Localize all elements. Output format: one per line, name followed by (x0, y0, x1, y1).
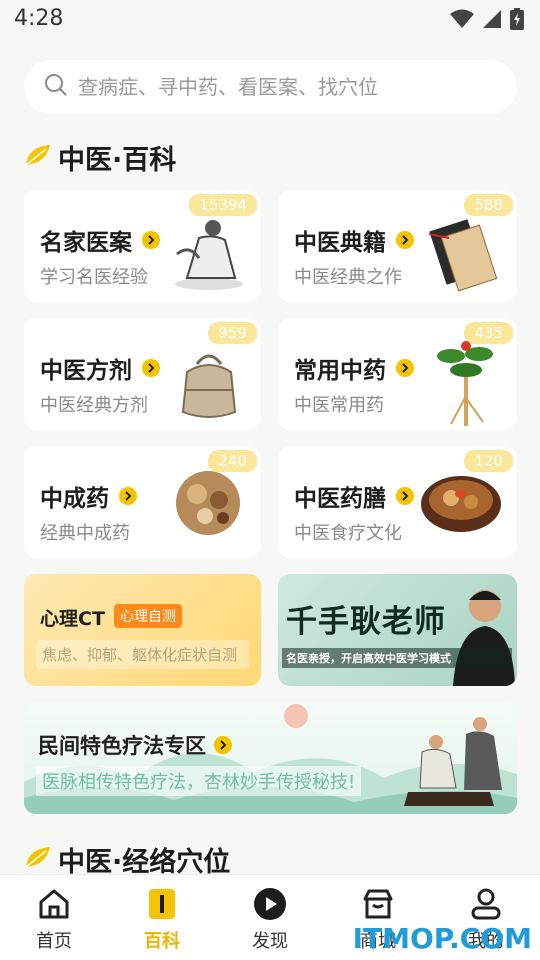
nav-home[interactable]: 首页 (0, 875, 108, 960)
book-icon (145, 887, 179, 925)
home-icon (37, 887, 71, 925)
section-title: 中医·百科 (58, 145, 177, 176)
card-medicinal-diet[interactable]: 120 中医药膳 中医食疗文化 (278, 446, 517, 558)
psych-ct-banner[interactable]: 心理CT 心理自测 焦虑、抑郁、躯体化症状自测 (24, 574, 261, 686)
card-prescriptions[interactable]: 959 中医方剂 中医经典方剂 (24, 318, 261, 430)
card-patent-medicine[interactable]: 240 中成药 经典中成药 (24, 446, 261, 558)
chevron-right-icon (119, 487, 137, 505)
chevron-right-icon (396, 231, 414, 249)
chevron-right-icon (142, 359, 160, 377)
teacher-portrait (445, 580, 515, 686)
nav-label: 百科 (144, 931, 180, 952)
card-common-herbs[interactable]: 435 常用中药 中医常用药 (278, 318, 517, 430)
search-icon (44, 73, 68, 101)
card-title: 中医方剂 (40, 351, 160, 385)
user-icon (469, 887, 503, 925)
classic-book-illustration (428, 214, 499, 298)
watermark: ITMOP.COM (352, 922, 532, 955)
signal-icon (482, 9, 502, 33)
card-title: 中成药 (40, 479, 137, 513)
banner-description: 医脉相传特色疗法，杏林妙手传授秘技! (36, 766, 362, 796)
chevron-right-icon (396, 359, 414, 377)
herb-slices-illustration (175, 470, 241, 540)
search-bar[interactable] (24, 60, 517, 114)
card-title: 中医典籍 (294, 223, 414, 257)
leaf-icon (24, 143, 52, 173)
card-subtitle: 中医食疗文化 (294, 523, 402, 544)
herb-package-illustration (177, 342, 241, 426)
scholar-illustration (169, 214, 249, 298)
card-subtitle: 中医经典方剂 (40, 395, 148, 416)
banner-title: 民间特色疗法专区 (38, 730, 232, 760)
count-badge: 959 (208, 322, 257, 344)
nav-label: 发现 (252, 931, 288, 952)
wifi-icon (450, 9, 474, 33)
banner-title: 心理CT (40, 608, 105, 630)
card-title: 名家医案 (40, 223, 160, 257)
count-badge: 15394 (189, 194, 257, 216)
ginseng-illustration (431, 336, 501, 430)
banner-description: 焦虑、抑郁、躯体化症状自测 (36, 640, 249, 669)
section-header-baike: 中医·百科 (24, 138, 176, 177)
search-input[interactable] (78, 75, 498, 99)
count-badge: 240 (208, 450, 257, 472)
folk-therapy-banner[interactable]: 民间特色疗法专区 医脉相传特色疗法，杏林妙手传授秘技! (24, 702, 517, 814)
card-famous-cases[interactable]: 15394 名家医案 学习名医经验 (24, 190, 261, 302)
count-badge: 588 (464, 194, 513, 216)
card-title: 中医药膳 (294, 479, 414, 513)
chevron-right-icon (214, 736, 232, 754)
card-title: 常用中药 (294, 351, 414, 385)
nav-baike[interactable]: 百科 (108, 875, 216, 960)
status-icons (450, 8, 524, 34)
teacher-banner[interactable]: 千手耿老师 名医亲授，开启高效中医学习模式 (278, 574, 517, 686)
banner-tag: 心理自测 (114, 604, 182, 628)
store-icon (361, 887, 395, 925)
banner-description: 名医亲授，开启高效中医学习模式 (282, 648, 512, 668)
card-subtitle: 学习名医经验 (40, 267, 148, 288)
stew-bowl-illustration (419, 470, 503, 540)
chevron-right-icon (396, 487, 414, 505)
play-icon (253, 887, 287, 925)
card-subtitle: 经典中成药 (40, 523, 130, 544)
nav-label: 首页 (36, 931, 72, 952)
leaf-icon (24, 845, 52, 875)
card-subtitle: 中医经典之作 (294, 267, 402, 288)
chevron-right-icon (142, 231, 160, 249)
nav-discover[interactable]: 发现 (216, 875, 324, 960)
status-bar: 4:28 (0, 0, 540, 40)
card-classics[interactable]: 588 中医典籍 中医经典之作 (278, 190, 517, 302)
status-time: 4:28 (14, 6, 64, 31)
card-subtitle: 中医常用药 (294, 395, 384, 416)
battery-icon (510, 8, 524, 34)
banner-title: 千手耿老师 (286, 604, 446, 640)
count-badge: 120 (464, 450, 513, 472)
